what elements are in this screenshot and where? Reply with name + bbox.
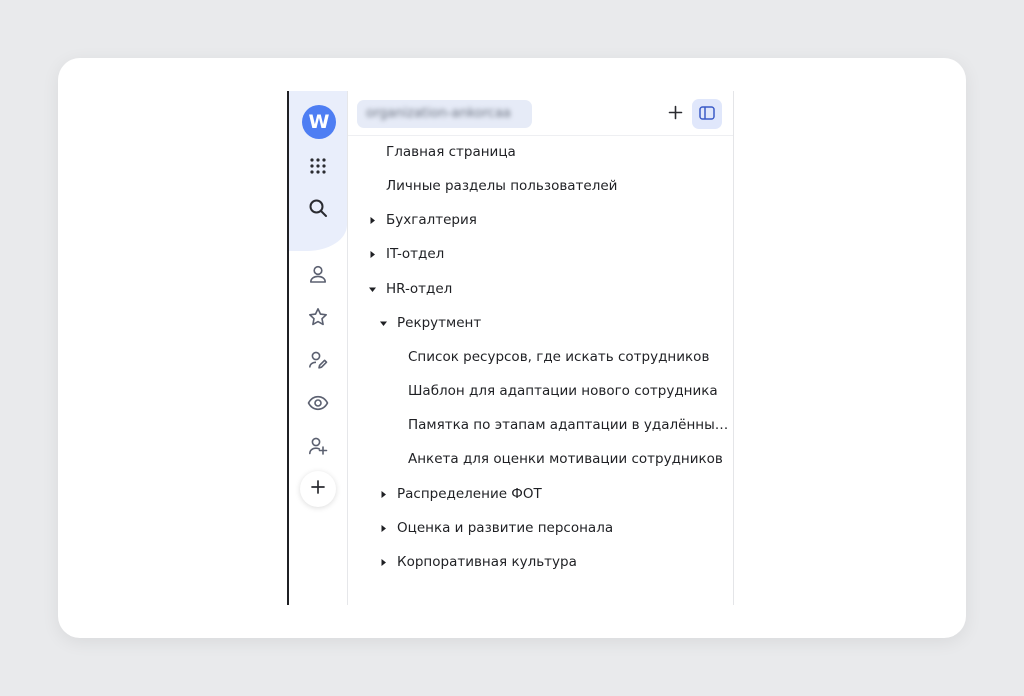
organization-name: organization-ankorcaa [366, 106, 511, 121]
eye-icon[interactable] [302, 387, 334, 419]
frame-border-right [733, 91, 734, 605]
star-icon[interactable] [302, 301, 334, 333]
toggle-sidebar-button[interactable] [692, 99, 722, 129]
header-divider [348, 135, 733, 136]
tree-item[interactable]: Личные разделы пользователей [348, 171, 733, 201]
tree-item-label: Личные разделы пользователей [386, 178, 618, 195]
tree-item[interactable]: Рекрутмент [348, 308, 733, 338]
caret-right-icon[interactable] [379, 524, 388, 533]
workspace-avatar[interactable]: W [302, 105, 336, 139]
tree-item-label: Бухгалтерия [386, 212, 477, 229]
nav-rail: W [289, 91, 348, 605]
caret-right-icon[interactable] [368, 250, 377, 259]
tree-item[interactable]: Памятка по этапам адаптации в удалённых … [348, 410, 733, 440]
tree-item-label: Список ресурсов, где искать сотрудников [408, 348, 710, 365]
sidebar-panel-icon [699, 105, 715, 124]
tree-item-label: Распределение ФОТ [397, 485, 542, 502]
create-button[interactable] [300, 471, 336, 507]
user-icon[interactable] [302, 258, 334, 290]
tree-item[interactable]: Распределение ФОТ [348, 479, 733, 509]
tree-item[interactable]: IT-отдел [348, 239, 733, 269]
tree-item[interactable]: Оценка и развитие персонала [348, 513, 733, 543]
user-add-icon[interactable] [302, 430, 334, 462]
tree-item[interactable]: Анкета для оценки мотивации сотрудников [348, 444, 733, 474]
plus-icon [668, 105, 683, 124]
tree-item[interactable]: Шаблон для адаптации нового сотрудника [348, 376, 733, 406]
tree-item-label: IT-отдел [386, 246, 445, 263]
tree-item-label: Шаблон для адаптации нового сотрудника [408, 383, 718, 400]
caret-right-icon[interactable] [368, 216, 377, 225]
tree-item[interactable]: Корпоративная культура [348, 547, 733, 577]
plus-icon [310, 479, 326, 499]
tree-item-label: Памятка по этапам адаптации в удалённых … [408, 417, 732, 434]
user-edit-icon[interactable] [302, 344, 334, 376]
tree-item-label: Рекрутмент [397, 314, 482, 331]
tree-item-label: Главная страница [386, 144, 516, 160]
tree-item[interactable]: Бухгалтерия [348, 205, 733, 235]
tree-item[interactable]: Список ресурсов, где искать сотрудников [348, 342, 733, 372]
tree-item-label: HR-отдел [386, 280, 453, 297]
caret-right-icon[interactable] [379, 490, 388, 499]
add-page-button[interactable] [663, 102, 687, 126]
apps-grid-icon[interactable] [302, 150, 334, 182]
tree-item-label: Корпоративная культура [397, 553, 577, 570]
tree-item[interactable]: HR-отдел [348, 274, 733, 304]
tree-item[interactable]: Главная страница [348, 137, 733, 167]
caret-down-icon[interactable] [379, 319, 388, 328]
search-icon[interactable] [302, 192, 334, 224]
sidebar-header: organization-ankorcaa [348, 91, 733, 137]
caret-down-icon[interactable] [368, 285, 377, 294]
tree-item-label: Оценка и развитие персонала [397, 519, 614, 536]
wiki-sidebar: W organization-ankorcaa Главная страница… [287, 91, 734, 605]
organization-switcher[interactable]: organization-ankorcaa [357, 100, 532, 128]
tree-item-label: Анкета для оценки мотивации сотрудников [408, 451, 723, 468]
caret-right-icon[interactable] [379, 558, 388, 567]
